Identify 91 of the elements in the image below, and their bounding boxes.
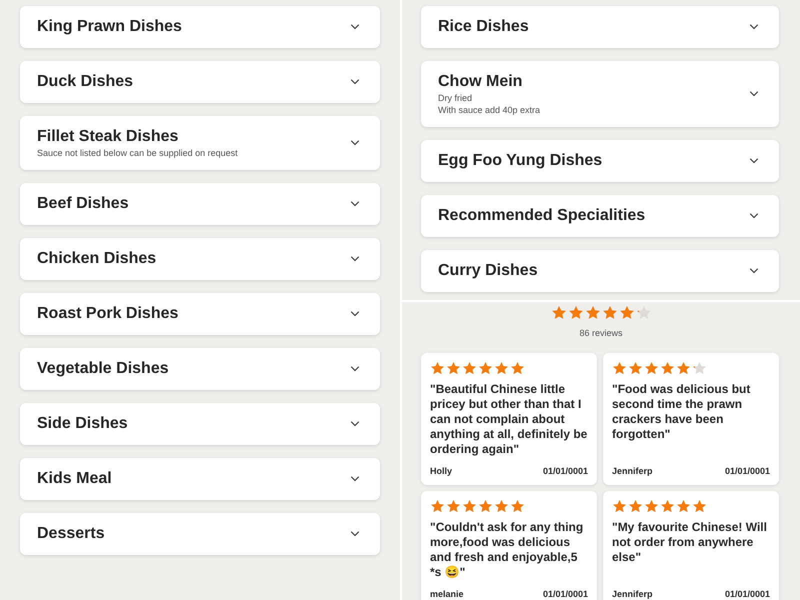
star-icon xyxy=(612,360,627,376)
chevron-down-icon xyxy=(350,531,360,537)
category-card[interactable]: Rice Dishes xyxy=(421,6,779,48)
star-icon xyxy=(550,305,566,321)
star-icon xyxy=(628,499,643,514)
chevron-down-icon xyxy=(350,311,360,317)
category-card[interactable]: Fillet Steak Dishes Sauce not listed below can be supplied on request xyxy=(20,116,380,170)
review-count: 86 reviews xyxy=(579,327,623,340)
star-icon xyxy=(568,305,584,321)
review-date: 01/01/0001 xyxy=(724,464,770,478)
category-card[interactable]: Vegetable Dishes xyxy=(20,348,380,390)
category-card[interactable]: Chow Mein Dry fried With sauce add 40p extra xyxy=(421,61,779,127)
chevron-down-icon xyxy=(749,213,759,219)
star-icon xyxy=(660,360,675,376)
star-icon xyxy=(636,305,652,321)
star-icon xyxy=(602,305,618,321)
category-title: Recommended Specialities xyxy=(438,206,646,226)
chevron-down-icon xyxy=(749,91,759,97)
category-title: Beef Dishes xyxy=(37,194,129,214)
category-note: With sauce add 40p extra xyxy=(438,104,540,116)
star-icon xyxy=(644,360,659,376)
category-title: Chicken Dishes xyxy=(37,249,156,269)
star-icon xyxy=(494,499,509,514)
chevron-down-icon xyxy=(350,366,360,372)
category-title: Chow Mein xyxy=(438,72,524,92)
review-date: 01/01/0001 xyxy=(542,464,588,478)
category-card[interactable]: Recommended Specialities xyxy=(421,195,779,237)
star-icon xyxy=(644,499,659,514)
review-author: Holly xyxy=(430,464,452,478)
chevron-down-icon xyxy=(350,421,360,427)
category-title: Rice Dishes xyxy=(438,17,529,37)
star-icon xyxy=(430,499,445,514)
star-icon xyxy=(446,360,461,376)
chevron-down-icon xyxy=(350,476,360,482)
review-text: "My favourite Chinese! Will not order from anywhere else" xyxy=(612,520,768,566)
star-icon xyxy=(478,499,493,514)
category-title: Vegetable Dishes xyxy=(37,359,169,379)
category-card[interactable]: King Prawn Dishes xyxy=(20,6,380,48)
chevron-down-icon xyxy=(749,268,759,274)
star-icon xyxy=(660,499,675,514)
star-icon xyxy=(510,360,525,376)
category-title: Kids Meal xyxy=(37,469,112,489)
category-card[interactable]: Egg Foo Yung Dishes xyxy=(421,140,779,182)
review-text: "Food was delicious but second time the prawn crackers have been forgotten" xyxy=(612,382,752,442)
category-note: Dry fried xyxy=(438,92,474,104)
star-icon xyxy=(462,360,477,376)
star-icon xyxy=(612,499,627,514)
category-card[interactable]: Side Dishes xyxy=(20,403,380,445)
category-card[interactable]: Desserts xyxy=(20,513,380,555)
review-author: melanie xyxy=(430,588,464,600)
category-title: Duck Dishes xyxy=(37,72,134,92)
star-icon xyxy=(692,360,707,376)
chevron-down-icon xyxy=(350,140,360,146)
star-icon xyxy=(584,305,600,321)
review-date: 01/01/0001 xyxy=(542,588,588,600)
category-title: Egg Foo Yung Dishes xyxy=(438,151,602,171)
category-card[interactable]: Curry Dishes xyxy=(421,250,779,292)
chevron-down-icon xyxy=(350,79,360,85)
category-title: King Prawn Dishes xyxy=(37,17,182,37)
chevron-down-icon xyxy=(749,24,759,30)
category-title: Fillet Steak Dishes xyxy=(37,127,180,147)
chevron-down-icon xyxy=(350,201,360,207)
star-icon xyxy=(692,499,707,514)
star-icon xyxy=(446,499,461,514)
review-author: Jenniferp xyxy=(612,464,653,478)
chevron-down-icon xyxy=(350,24,360,30)
category-note: Sauce not listed below can be supplied on request xyxy=(37,147,238,159)
category-card[interactable]: Roast Pork Dishes xyxy=(20,293,380,335)
star-icon xyxy=(510,499,525,514)
star-icon xyxy=(430,360,445,376)
category-title: Curry Dishes xyxy=(438,261,538,281)
category-card[interactable]: Kids Meal xyxy=(20,458,380,500)
star-icon xyxy=(494,360,509,376)
star-icon xyxy=(478,360,493,376)
star-icon xyxy=(628,360,643,376)
chevron-down-icon xyxy=(749,158,759,164)
review-date: 01/01/0001 xyxy=(724,588,770,600)
category-title: Roast Pork Dishes xyxy=(37,304,178,324)
category-card[interactable]: Duck Dishes xyxy=(20,61,380,103)
chevron-down-icon xyxy=(350,256,360,262)
review-text: "Couldn't ask for any thing more,food was delicious and fresh and enjoyable,5 *s 😆" xyxy=(430,520,584,580)
star-icon xyxy=(676,499,691,514)
review-text: "Beautiful Chinese little pricey but other than that I can not complain about anything at all, definitely be ordering again" xyxy=(430,382,588,456)
category-title: Desserts xyxy=(37,524,105,544)
category-card[interactable]: Chicken Dishes xyxy=(20,238,380,280)
star-icon xyxy=(676,360,691,376)
star-icon xyxy=(462,499,477,514)
category-title: Side Dishes xyxy=(37,414,128,434)
star-icon xyxy=(618,305,634,321)
review-author: Jenniferp xyxy=(612,588,653,600)
category-card[interactable]: Beef Dishes xyxy=(20,183,380,225)
